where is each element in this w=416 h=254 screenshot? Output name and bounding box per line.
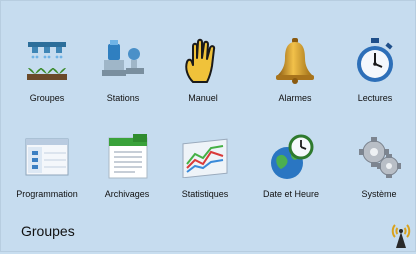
programmation-button[interactable]: Programmation <box>9 125 85 203</box>
systeme-label: Système <box>361 189 397 199</box>
document-archive-icon <box>101 131 153 183</box>
globe-clock-icon <box>265 131 317 183</box>
stations-button[interactable]: Stations <box>85 29 161 107</box>
stopwatch-icon <box>349 35 401 87</box>
programmation-label: Programmation <box>16 189 78 199</box>
groupes-label: Groupes <box>29 93 65 103</box>
manuel-button[interactable]: Manuel <box>165 29 241 107</box>
gears-icon <box>353 131 405 183</box>
manuel-label: Manuel <box>188 93 218 103</box>
signal-antenna-icon <box>389 219 413 249</box>
menu-panel: Groupes Stations Manuel Alarmes Lectures… <box>0 0 416 252</box>
statistiques-label: Statistiques <box>181 189 229 199</box>
current-section-label: Groupes <box>21 223 75 239</box>
schedule-window-icon <box>21 131 73 183</box>
systeme-button[interactable]: Système <box>341 125 416 203</box>
stations-label: Stations <box>106 93 140 103</box>
alarmes-label: Alarmes <box>278 93 312 103</box>
bell-icon <box>269 35 321 87</box>
archivages-label: Archivages <box>104 189 150 199</box>
lectures-label: Lectures <box>357 93 393 103</box>
groupes-button[interactable]: Groupes <box>9 29 85 107</box>
lectures-button[interactable]: Lectures <box>337 29 413 107</box>
date-et-heure-label: Date et Heure <box>262 189 320 199</box>
sprinkler-plants-icon <box>21 35 73 87</box>
alarmes-button[interactable]: Alarmes <box>257 29 333 107</box>
statistiques-button[interactable]: Statistiques <box>167 125 243 203</box>
date-et-heure-button[interactable]: Date et Heure <box>253 125 329 203</box>
archivages-button[interactable]: Archivages <box>89 125 165 203</box>
hand-icon <box>177 35 229 87</box>
valve-station-icon <box>97 35 149 87</box>
statistics-chart-icon <box>179 131 231 183</box>
